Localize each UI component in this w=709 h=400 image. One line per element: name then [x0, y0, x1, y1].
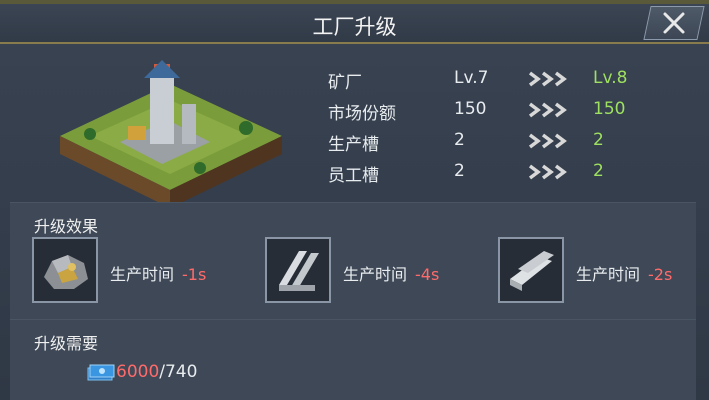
- stat-label: 矿厂: [328, 73, 362, 93]
- steel-beam-icon: [279, 251, 319, 291]
- requirement-amount: 6000/740: [116, 362, 197, 382]
- requirement-have: 6000: [116, 362, 160, 382]
- close-button[interactable]: [643, 6, 705, 40]
- effect-icon-frame[interactable]: [498, 237, 564, 303]
- cash-icon: [87, 364, 115, 381]
- window-title: 工厂升级: [312, 15, 397, 39]
- close-icon: [663, 12, 685, 34]
- steel-bars-icon: [510, 251, 554, 291]
- effect-value: -2s: [648, 265, 673, 284]
- stat-next: 2: [593, 161, 604, 181]
- stat-current: 150: [454, 99, 487, 119]
- triple-chevron-icon: [528, 71, 567, 87]
- title-bar: 工厂升级: [0, 4, 709, 44]
- effect-value: -1s: [182, 265, 207, 284]
- stat-current: 2: [454, 161, 465, 181]
- effect-label: 生产时间: [110, 265, 175, 284]
- stat-label: 员工槽: [328, 166, 379, 186]
- mine-building-image: [60, 60, 282, 206]
- stat-label: 市场份额: [328, 104, 396, 124]
- effect-text: 生产时间 -4s: [343, 261, 439, 285]
- effects-title: 升级效果: [34, 217, 99, 236]
- effect-label: 生产时间: [576, 265, 641, 284]
- effect-text: 生产时间 -2s: [576, 261, 672, 285]
- upgrade-dialog: 矿厂 Lv.7 Lv.8 市场份额 150 150 生产槽 2 2 员工槽 2: [0, 44, 709, 400]
- stat-current: 2: [454, 130, 465, 150]
- requirement-need: /740: [159, 362, 198, 382]
- triple-chevron-icon: [528, 133, 567, 149]
- stat-next: Lv.8: [593, 68, 628, 88]
- requirements-title: 升级需要: [34, 334, 99, 353]
- effect-text: 生产时间 -1s: [110, 261, 206, 285]
- triple-chevron-icon: [528, 164, 567, 180]
- effect-icon-frame[interactable]: [32, 237, 98, 303]
- ore-icon: [44, 255, 88, 289]
- upgrade-requirements-panel: 升级需要 6000/740: [10, 319, 696, 400]
- stat-label: 生产槽: [328, 135, 379, 155]
- stat-next: 2: [593, 130, 604, 150]
- effect-label: 生产时间: [343, 265, 408, 284]
- effect-value: -4s: [415, 265, 440, 284]
- stat-current: Lv.7: [454, 68, 489, 88]
- triple-chevron-icon: [528, 102, 567, 118]
- stat-next: 150: [593, 99, 626, 119]
- effect-icon-frame[interactable]: [265, 237, 331, 303]
